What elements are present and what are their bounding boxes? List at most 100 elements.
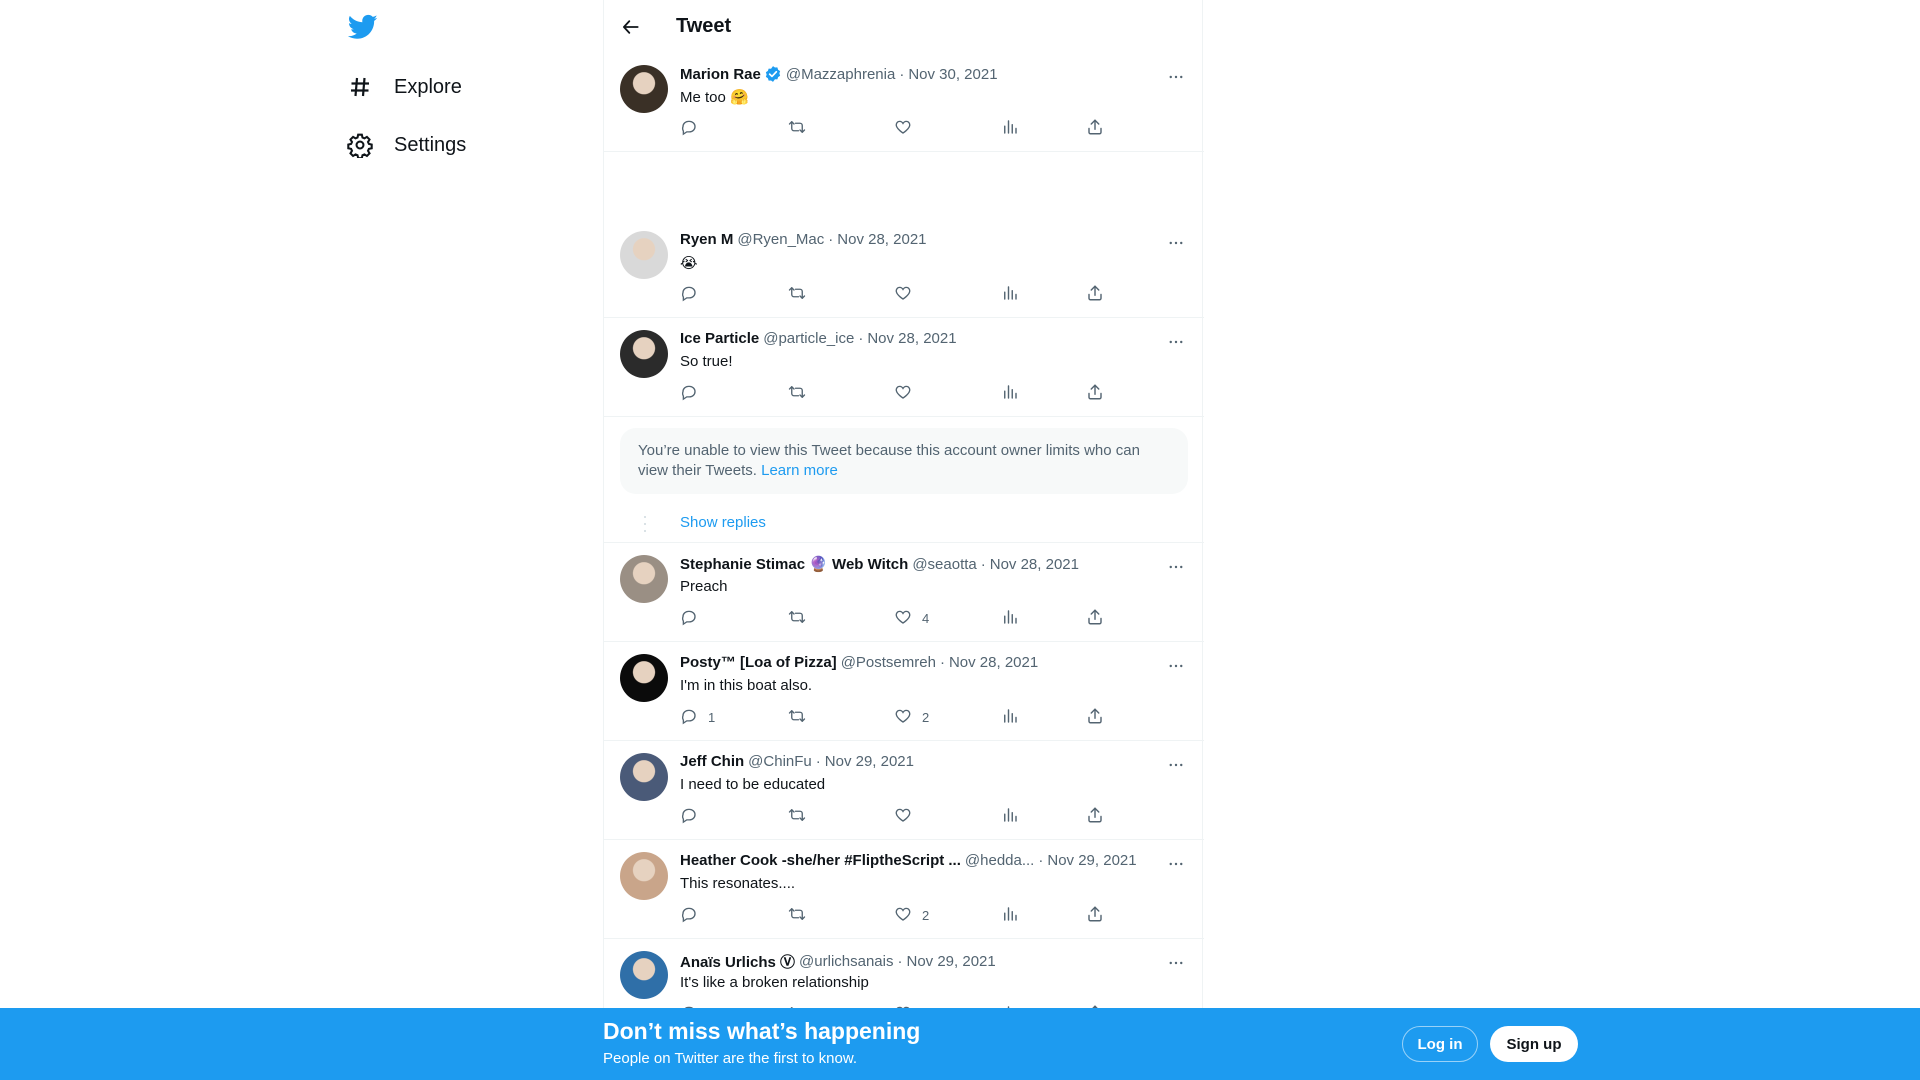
reply-icon — [680, 707, 698, 728]
nav-item-settings[interactable]: Settings — [346, 125, 466, 165]
more-options-icon[interactable] — [1164, 330, 1188, 354]
tweet-row[interactable]: Jeff Chin @ChinFu · Nov 29, 2021 I need to b… — [604, 741, 1204, 840]
author-handle[interactable]: @Mazzaphrenia — [786, 66, 895, 83]
show-replies-link[interactable]: Show replies — [680, 514, 766, 531]
tweet-row[interactable]: Posty™ [Loa of Pizza] @Postsemreh · Nov 28,… — [604, 642, 1204, 741]
retweet-button[interactable] — [787, 118, 807, 139]
share-button[interactable] — [1086, 806, 1104, 827]
views-button[interactable] — [1001, 806, 1019, 827]
tweet-text: This resonates.... — [680, 875, 796, 892]
author-name[interactable]: Marion Rae — [680, 66, 761, 83]
retweet-button[interactable] — [787, 806, 807, 827]
author-handle[interactable]: @particle_ice — [763, 330, 854, 347]
reply-button[interactable] — [680, 118, 708, 139]
reply-button[interactable]: 1 — [680, 707, 715, 728]
more-options-icon[interactable] — [1164, 951, 1188, 975]
avatar[interactable] — [620, 654, 668, 702]
tweet-date[interactable]: Nov 30, 2021 — [908, 66, 997, 83]
retweet-button[interactable] — [787, 707, 807, 728]
more-options-icon[interactable] — [1164, 555, 1188, 579]
heart-icon — [894, 284, 912, 305]
reply-icon — [680, 383, 698, 404]
reply-button[interactable] — [680, 905, 708, 926]
author-name[interactable]: Ice Particle — [680, 330, 759, 347]
author-name[interactable]: Heather Cook -she/her #FliptheScript ... — [680, 852, 961, 869]
author-handle[interactable]: @Postsemreh — [841, 654, 936, 671]
views-button[interactable] — [1001, 608, 1019, 629]
login-button[interactable]: Log in — [1402, 1026, 1478, 1062]
nav-item-explore[interactable]: Explore — [346, 67, 462, 107]
like-button[interactable] — [894, 118, 922, 139]
like-button[interactable]: 4 — [894, 608, 929, 629]
like-button[interactable] — [894, 806, 922, 827]
avatar[interactable] — [620, 555, 668, 603]
twitter-bird-icon[interactable] — [347, 12, 378, 42]
retweet-button[interactable] — [787, 284, 807, 305]
share-button[interactable] — [1086, 383, 1104, 404]
author-name[interactable]: Posty™ [Loa of Pizza] — [680, 654, 837, 671]
avatar[interactable] — [620, 951, 668, 999]
author-handle[interactable]: @hedda... — [965, 852, 1034, 869]
views-button[interactable] — [1001, 707, 1019, 728]
tweet-date[interactable]: Nov 28, 2021 — [867, 330, 956, 347]
avatar[interactable] — [620, 753, 668, 801]
tweet-date[interactable]: Nov 28, 2021 — [949, 654, 1038, 671]
share-button[interactable] — [1086, 707, 1104, 728]
tweet-date[interactable]: Nov 29, 2021 — [906, 953, 995, 970]
arrow-left-icon[interactable] — [614, 10, 648, 44]
like-button[interactable]: 2 — [894, 707, 929, 728]
tweet-row[interactable]: Stephanie Stimac 🔮 Web Witch @seaotta · Nov… — [604, 543, 1204, 642]
like-button[interactable]: 2 — [894, 905, 929, 926]
tweet-row[interactable]: Ice Particle @particle_ice · Nov 28, 2021 So… — [604, 318, 1204, 417]
share-button[interactable] — [1086, 608, 1104, 629]
avatar[interactable] — [620, 852, 668, 900]
tweet-header-line: Anaïs Urlichs Ⓥ @urlichsanais · Nov 29, 202… — [680, 951, 996, 972]
author-handle[interactable]: @urlichsanais — [799, 953, 893, 970]
reply-button[interactable] — [680, 608, 708, 629]
page-title: Tweet — [676, 15, 732, 37]
like-button[interactable] — [894, 284, 922, 305]
author-name[interactable]: Jeff Chin — [680, 753, 744, 770]
retweet-button[interactable] — [787, 905, 807, 926]
retweet-button[interactable] — [787, 383, 807, 404]
reply-button[interactable] — [680, 806, 708, 827]
tweet-text: It's like a broken relationship — [680, 974, 869, 991]
tweet-date[interactable]: Nov 29, 2021 — [1047, 852, 1136, 869]
author-handle[interactable]: @Ryen_Mac — [737, 231, 824, 248]
views-button[interactable] — [1001, 118, 1019, 139]
like-button[interactable] — [894, 383, 922, 404]
avatar[interactable] — [620, 65, 668, 113]
views-button[interactable] — [1001, 905, 1019, 926]
retweet-button[interactable] — [787, 608, 807, 629]
views-button[interactable] — [1001, 284, 1019, 305]
nav-label-settings: Settings — [394, 133, 467, 156]
tweet-date[interactable]: Nov 29, 2021 — [825, 753, 914, 770]
more-options-icon[interactable] — [1164, 753, 1188, 777]
author-name[interactable]: Anaïs Urlichs Ⓥ — [680, 951, 795, 972]
tweet-row[interactable]: Heather Cook -she/her #FliptheScript ...… — [604, 840, 1204, 939]
tweet-row[interactable]: Ryen M @Ryen_Mac · Nov 28, 2021 😭 — [604, 219, 1204, 318]
more-options-icon[interactable] — [1164, 654, 1188, 678]
more-options-icon[interactable] — [1164, 65, 1188, 89]
author-handle[interactable]: @ChinFu — [748, 753, 812, 770]
tweet-date[interactable]: Nov 28, 2021 — [837, 231, 926, 248]
tweet-row[interactable]: Marion Rae @Mazzaphrenia · Nov 30, 2021 Me t… — [604, 53, 1204, 152]
more-options-icon[interactable] — [1164, 852, 1188, 876]
signup-button[interactable]: Sign up — [1490, 1026, 1578, 1062]
avatar[interactable] — [620, 330, 668, 378]
author-handle[interactable]: @seaotta — [912, 556, 976, 573]
reply-button[interactable] — [680, 383, 708, 404]
share-icon — [1086, 383, 1104, 404]
author-name[interactable]: Stephanie Stimac 🔮 Web Witch — [680, 555, 908, 573]
share-button[interactable] — [1086, 284, 1104, 305]
author-name[interactable]: Ryen M — [680, 231, 733, 248]
learn-more-link[interactable]: Learn more — [761, 462, 838, 479]
share-button[interactable] — [1086, 905, 1104, 926]
share-button[interactable] — [1086, 118, 1104, 139]
tweet-header-line: Posty™ [Loa of Pizza] @Postsemreh · Nov 28,… — [680, 654, 1038, 671]
avatar[interactable] — [620, 231, 668, 279]
tweet-date[interactable]: Nov 28, 2021 — [990, 556, 1079, 573]
reply-button[interactable] — [680, 284, 708, 305]
views-button[interactable] — [1001, 383, 1019, 404]
more-options-icon[interactable] — [1164, 231, 1188, 255]
